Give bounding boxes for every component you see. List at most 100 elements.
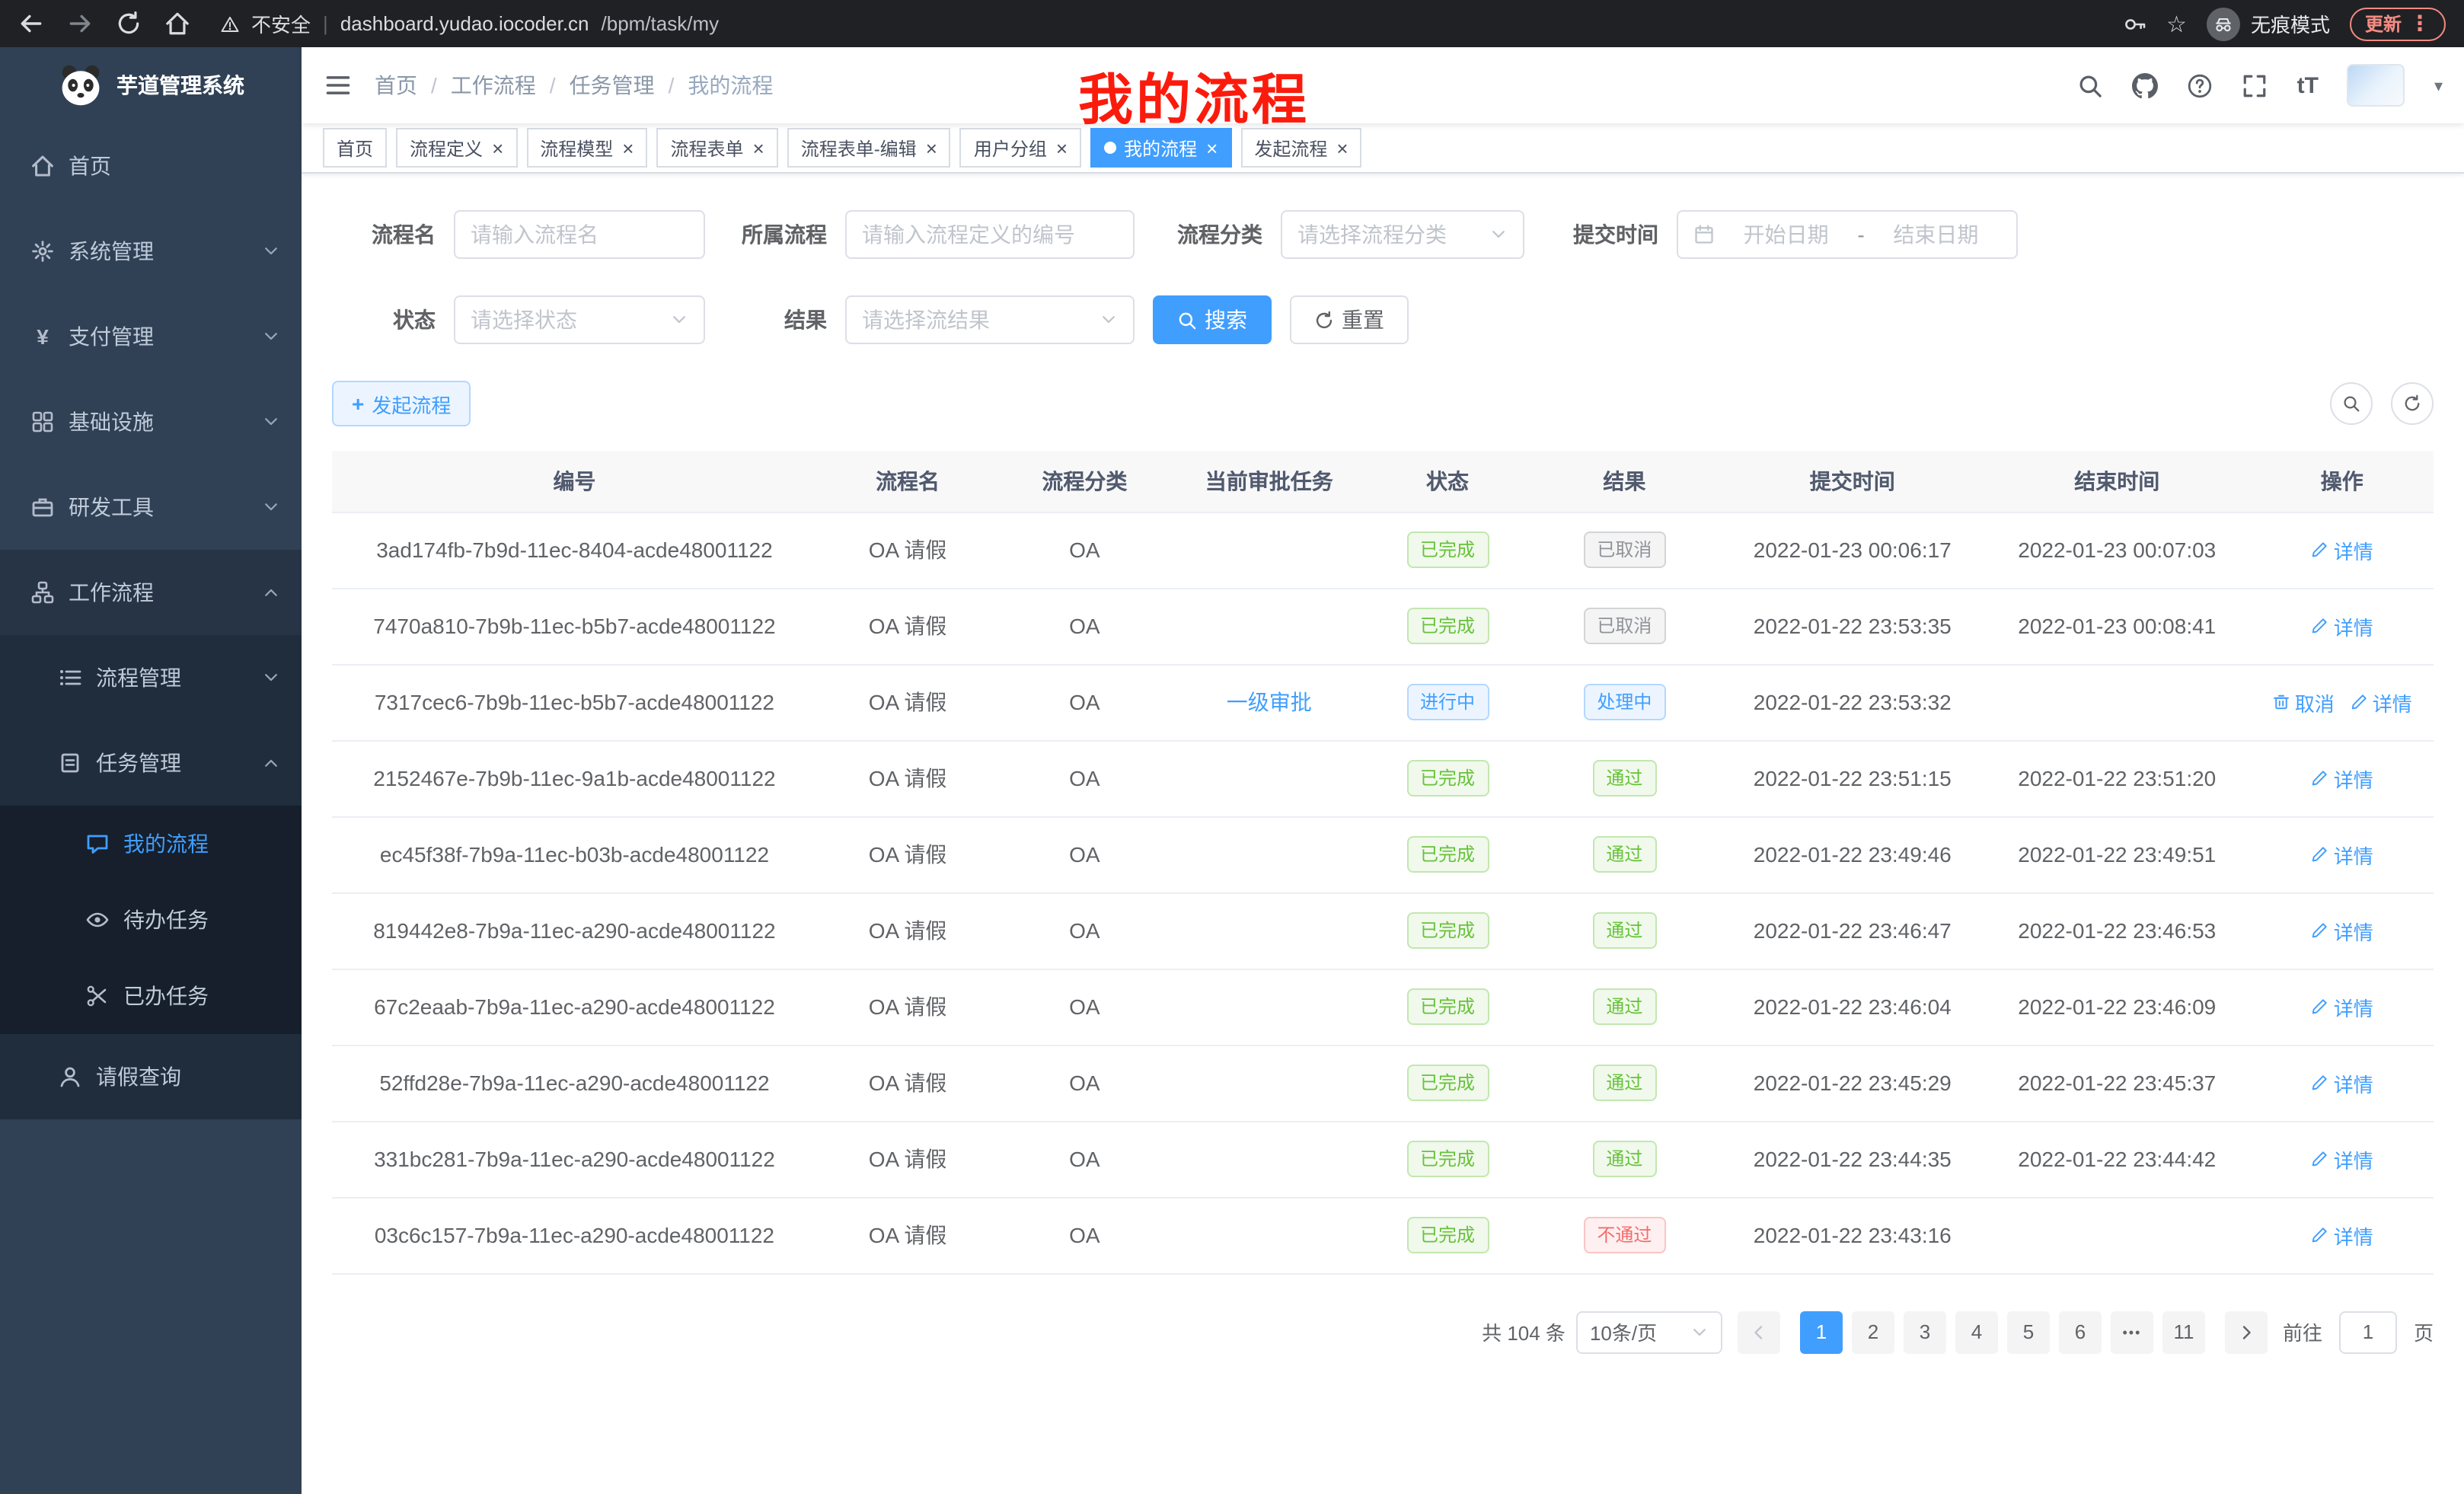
close-icon[interactable]: × <box>622 138 634 158</box>
avatar[interactable] <box>2348 64 2405 107</box>
status-select[interactable]: 请选择状态 <box>454 295 705 344</box>
sidebar-item-leave-query[interactable]: 请假查询 <box>0 1034 302 1119</box>
table-search-toggle-button[interactable] <box>2330 382 2373 425</box>
help-icon[interactable] <box>2188 72 2213 98</box>
detail-action-link[interactable]: 详情 <box>2311 840 2373 869</box>
reset-button[interactable]: 重置 <box>1290 295 1409 344</box>
reload-icon[interactable] <box>116 11 142 37</box>
detail-action-link[interactable]: 详情 <box>2311 992 2373 1021</box>
kebab-menu-icon[interactable]: ⋮ <box>2409 11 2430 37</box>
start-process-button[interactable]: + 发起流程 <box>332 381 471 426</box>
next-page-button[interactable] <box>2225 1310 2268 1353</box>
app-logo[interactable]: 芋道管理系统 <box>0 47 302 123</box>
table-row: 2152467e-7b9b-11ec-9a1b-acde48001122OA 请… <box>332 740 2434 816</box>
url-domain[interactable]: dashboard.yudao.iocoder.cn <box>340 12 589 35</box>
detail-action-link[interactable]: 详情 <box>2311 764 2373 793</box>
sidebar-item-process-management[interactable]: 流程管理 <box>0 635 302 720</box>
incognito-chip[interactable]: 无痕模式 <box>2207 7 2330 40</box>
sidebar-item-infrast ructure[interactable]: 基础设施 <box>0 379 302 464</box>
page-button-11[interactable]: 11 <box>2162 1310 2205 1353</box>
close-icon[interactable]: × <box>492 138 503 158</box>
browser-home-icon[interactable] <box>164 11 190 37</box>
back-icon[interactable] <box>18 11 44 37</box>
sidebar-item-payment-management[interactable]: ¥ 支付管理 <box>0 294 302 379</box>
close-icon[interactable]: × <box>1206 138 1218 158</box>
detail-action-link[interactable]: 详情 <box>2311 1144 2373 1173</box>
detail-action-link[interactable]: 详情 <box>2311 611 2373 640</box>
tab-process-form-edit[interactable]: 流程表单-编辑 × <box>787 128 951 168</box>
refresh-icon <box>2403 394 2421 413</box>
table-refresh-button[interactable] <box>2391 382 2434 425</box>
cell-process-name: OA 请假 <box>817 740 998 816</box>
close-icon[interactable]: × <box>1336 138 1348 158</box>
password-key-icon[interactable] <box>2122 11 2146 36</box>
sidebar-item-home[interactable]: 首页 <box>0 123 302 209</box>
result-tag: 通过 <box>1592 1141 1656 1177</box>
end-date-placeholder[interactable]: 结束日期 <box>1871 219 2001 250</box>
detail-action-link[interactable]: 详情 <box>2311 535 2373 564</box>
caret-down-icon[interactable]: ▾ <box>2434 75 2443 95</box>
search-button[interactable]: 搜索 <box>1153 295 1272 344</box>
page-button-6[interactable]: 6 <box>2059 1310 2102 1353</box>
cell-actions: 取消详情 <box>2251 664 2434 740</box>
page-size-select[interactable]: 10条/页 <box>1576 1310 1722 1353</box>
address-bar[interactable]: 不安全 | dashboard.yudao.iocoder.cn/bpm/tas… <box>221 9 719 38</box>
tab-process-form[interactable]: 流程表单 × <box>656 128 777 168</box>
table-row: 52ffd28e-7b9a-11ec-a290-acde48001122OA 请… <box>332 1045 2434 1121</box>
close-icon[interactable]: × <box>1056 138 1068 158</box>
cancel-icon <box>2272 693 2290 711</box>
github-icon[interactable] <box>2133 72 2159 98</box>
close-icon[interactable]: × <box>926 138 937 158</box>
cell-submit-time: 2022-01-22 23:44:35 <box>1722 1121 1984 1197</box>
tab-process-model[interactable]: 流程模型 × <box>526 128 647 168</box>
cell-status: 进行中 <box>1368 664 1527 740</box>
tab-user-group[interactable]: 用户分组 × <box>960 128 1081 168</box>
tab-home[interactable]: 首页 <box>323 128 387 168</box>
submit-time-range-picker[interactable]: 开始日期 - 结束日期 <box>1677 210 2018 259</box>
breadcrumb-item-task-management[interactable]: 任务管理 <box>570 70 655 101</box>
cell-result: 处理中 <box>1527 664 1721 740</box>
fullscreen-icon[interactable] <box>2242 72 2268 98</box>
sidebar-item-todo-tasks[interactable]: 待办任务 <box>0 882 302 958</box>
cancel-action-link[interactable]: 取消 <box>2272 688 2335 717</box>
process-def-input[interactable] <box>845 210 1135 259</box>
bookmark-star-icon[interactable]: ☆ <box>2166 10 2187 37</box>
page-button-1[interactable]: 1 <box>1800 1310 1843 1353</box>
start-date-placeholder[interactable]: 开始日期 <box>1721 219 1851 250</box>
url-path[interactable]: /bpm/task/my <box>602 12 720 35</box>
sidebar-toggle-button[interactable] <box>302 72 375 99</box>
goto-page-input[interactable] <box>2339 1310 2397 1353</box>
sidebar-item-my-process[interactable]: 我的流程 <box>0 806 302 882</box>
forward-icon[interactable] <box>67 11 93 37</box>
close-icon[interactable]: × <box>753 138 764 158</box>
result-select[interactable]: 请选择流结果 <box>845 295 1135 344</box>
tab-process-definition[interactable]: 流程定义 × <box>396 128 517 168</box>
page-button-2[interactable]: 2 <box>1852 1310 1894 1353</box>
breadcrumb-item-workflow[interactable]: 工作流程 <box>451 70 536 101</box>
cell-process-name: OA 请假 <box>817 1045 998 1121</box>
security-label[interactable]: 不安全 <box>251 9 311 38</box>
page-button-5[interactable]: 5 <box>2007 1310 2050 1353</box>
browser-update-button[interactable]: 更新 ⋮ <box>2350 7 2446 40</box>
font-size-icon[interactable]: tT <box>2297 72 2319 98</box>
sidebar-item-system-management[interactable]: 系统管理 <box>0 209 302 294</box>
process-name-input[interactable] <box>454 210 705 259</box>
detail-action-link[interactable]: 详情 <box>2311 1068 2373 1097</box>
column-header-end-time: 结束时间 <box>1984 451 2251 512</box>
table-row: ec45f38f-7b9a-11ec-b03b-acde48001122OA 请… <box>332 816 2434 892</box>
page-button-4[interactable]: 4 <box>1955 1310 1998 1353</box>
sidebar-item-done-tasks[interactable]: 已办任务 <box>0 958 302 1034</box>
current-task-link[interactable]: 一级审批 <box>1227 690 1312 714</box>
search-icon[interactable] <box>2078 72 2104 98</box>
prev-page-button[interactable] <box>1738 1310 1780 1353</box>
breadcrumb-item-home[interactable]: 首页 <box>375 70 417 101</box>
page-button-3[interactable]: 3 <box>1904 1310 1946 1353</box>
page-ellipsis[interactable]: ••• <box>2111 1310 2153 1353</box>
sidebar-item-workflow[interactable]: 工作流程 <box>0 550 302 635</box>
category-select[interactable]: 请选择流程分类 <box>1281 210 1524 259</box>
sidebar-item-dev-tools[interactable]: 研发工具 <box>0 464 302 550</box>
sidebar-item-task-management[interactable]: 任务管理 <box>0 720 302 806</box>
detail-action-link[interactable]: 详情 <box>2311 1221 2373 1250</box>
detail-action-link[interactable]: 详情 <box>2311 916 2373 945</box>
detail-action-link[interactable]: 详情 <box>2350 688 2412 717</box>
